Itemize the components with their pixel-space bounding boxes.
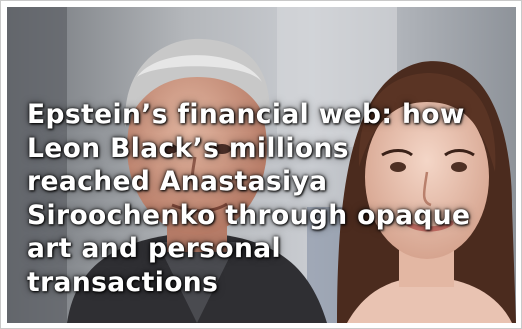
headline: Epstein’s financial web: how Leon Black’…: [27, 98, 507, 299]
headline-line: Epstein’s financial web: how: [27, 99, 465, 130]
headline-line: Siroochenko through opaque: [27, 199, 471, 231]
image-card: Epstein’s financial web: how Leon Black’…: [0, 0, 522, 329]
headline-line: art and personal: [27, 233, 282, 264]
headline-line: transactions: [27, 266, 219, 298]
headline-line: reached Anastasiya: [27, 166, 328, 197]
headline-line: Leon Black’s millions: [27, 132, 349, 164]
